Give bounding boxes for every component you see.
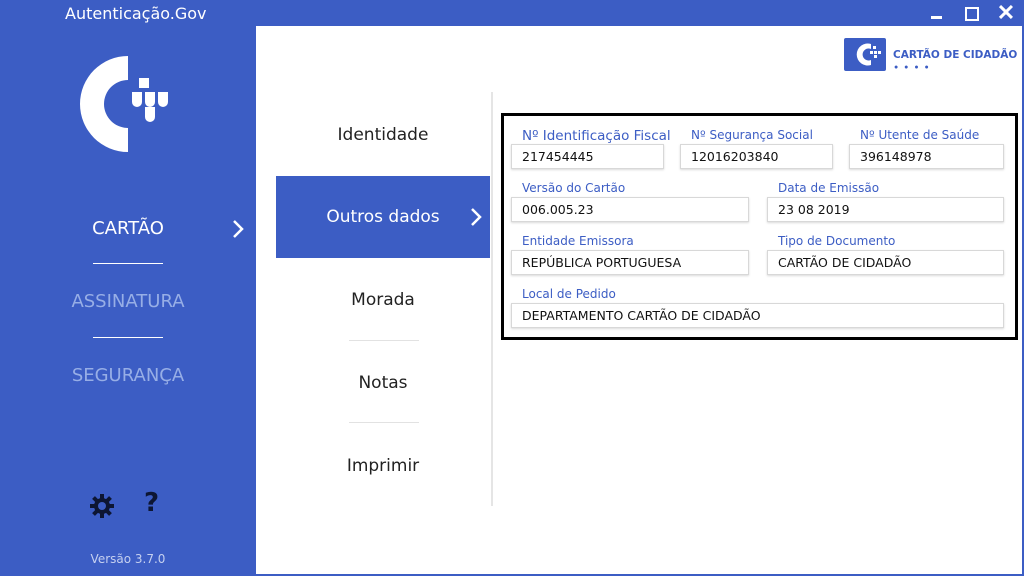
nif-label: Nº Identificação Fiscal [522, 128, 671, 144]
nav-divider [93, 263, 163, 264]
other-data-panel: Nº Identificação Fiscal 217454445 Nº Seg… [501, 113, 1018, 340]
submenu-divider [349, 422, 419, 423]
brand-logo-mark [844, 38, 886, 71]
chevron-right-icon [233, 220, 244, 238]
submenu-outros-dados[interactable]: Outros dados [276, 176, 490, 258]
nus-label: Nº Utente de Saúde [860, 128, 980, 142]
sidebar-item-seguranca[interactable]: SEGURANÇA [0, 365, 256, 386]
entidade-value[interactable]: REPÚBLICA PORTUGUESA [511, 250, 749, 275]
niss-value[interactable]: 12016203840 [680, 144, 833, 169]
nus-value[interactable]: 396148978 [849, 144, 1004, 169]
close-icon[interactable]: ✕ [989, 0, 1023, 26]
brand-dots: ● ● ● ● [894, 64, 931, 71]
vertical-divider [491, 92, 493, 506]
submenu-imprimir[interactable]: Imprimir [276, 456, 490, 476]
main-panel: CARTÃO DE CIDADÃO ● ● ● ● Identidade Out… [256, 26, 1022, 574]
nav-divider [93, 337, 163, 338]
local-value[interactable]: DEPARTAMENTO CARTÃO DE CIDADÃO [511, 303, 1004, 328]
submenu-notas[interactable]: Notas [276, 373, 490, 393]
title-bar: Autenticação.Gov ✕ [0, 0, 1024, 26]
minimize-icon[interactable] [920, 0, 954, 26]
versao-label: Versão do Cartão [522, 181, 626, 195]
version-label: Versão 3.7.0 [90, 552, 166, 566]
emissao-value[interactable]: 23 08 2019 [767, 197, 1004, 222]
tipo-label: Tipo de Documento [778, 234, 896, 248]
niss-label: Nº Segurança Social [691, 128, 813, 142]
submenu-identidade[interactable]: Identidade [276, 125, 490, 145]
gear-icon[interactable] [88, 492, 116, 520]
entidade-label: Entidade Emissora [522, 234, 634, 248]
help-icon[interactable]: ? [144, 488, 159, 518]
local-label: Local de Pedido [522, 287, 616, 301]
submenu-divider [349, 340, 419, 341]
tipo-value[interactable]: CARTÃO DE CIDADÃO [767, 250, 1004, 275]
emissao-label: Data de Emissão [778, 181, 880, 195]
window-title: Autenticação.Gov [65, 4, 207, 23]
sidebar-item-cartao[interactable]: CARTÃO [0, 218, 256, 239]
maximize-icon[interactable] [953, 0, 987, 26]
cartao-cidadao-logo [80, 56, 168, 152]
submenu-morada[interactable]: Morada [276, 290, 490, 310]
cartao-cidadao-logo-small [856, 43, 881, 66]
nif-value[interactable]: 217454445 [511, 144, 664, 169]
brand-logo: CARTÃO DE CIDADÃO ● ● ● ● [844, 38, 1017, 74]
sidebar: CARTÃO ASSINATURA SEGURANÇA ? Versão 3.7… [0, 26, 256, 576]
sidebar-item-assinatura[interactable]: ASSINATURA [0, 291, 256, 312]
chevron-right-icon [471, 208, 482, 226]
versao-value[interactable]: 006.005.23 [511, 197, 749, 222]
brand-name: CARTÃO DE CIDADÃO [893, 49, 1018, 61]
